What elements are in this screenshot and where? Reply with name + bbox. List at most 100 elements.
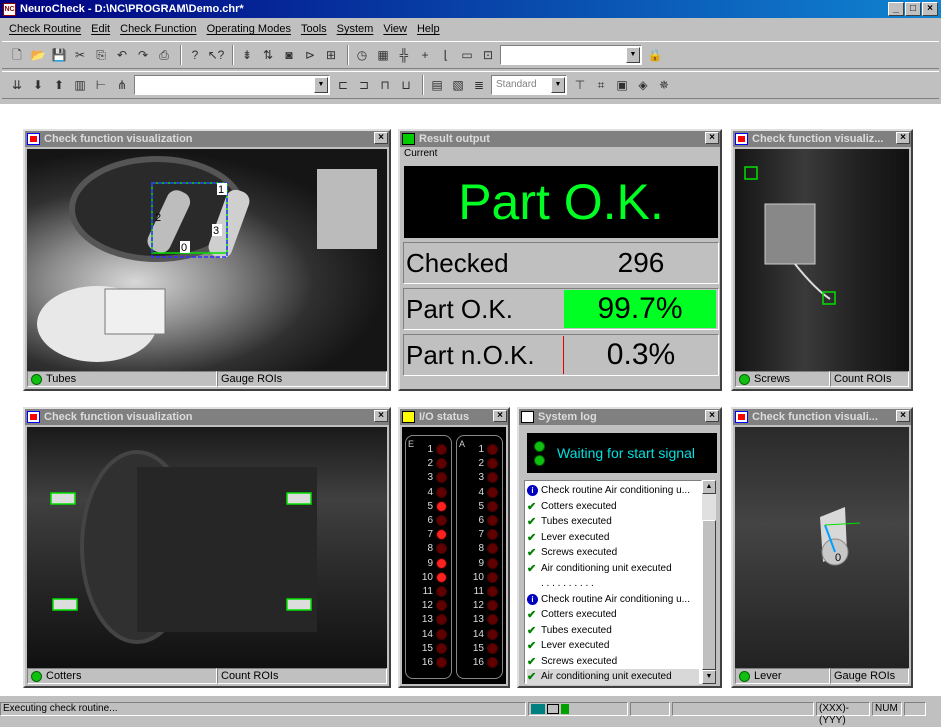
- picture-icon[interactable]: ▣: [613, 76, 631, 94]
- close-icon[interactable]: ×: [374, 132, 388, 144]
- close-icon[interactable]: ×: [705, 410, 719, 422]
- count-roi-4[interactable]: [286, 598, 312, 611]
- sample-icon[interactable]: ⊡: [479, 46, 497, 64]
- count-roi-3[interactable]: [52, 598, 78, 611]
- close-icon[interactable]: ×: [374, 410, 388, 422]
- minimize-button[interactable]: _: [888, 2, 904, 16]
- style-combo[interactable]: Standard ▼: [491, 75, 567, 95]
- print-icon[interactable]: ⎙: [155, 46, 173, 64]
- maximize-button[interactable]: □: [905, 2, 921, 16]
- close-button[interactable]: ×: [922, 2, 938, 16]
- page-icon[interactable]: ▤: [428, 76, 446, 94]
- log-line[interactable]: i Check routine Air conditioning u...: [527, 483, 699, 499]
- layout-top-icon[interactable]: ⊓: [376, 76, 394, 94]
- align-icon[interactable]: ⇊: [8, 76, 26, 94]
- screws-window-titlebar[interactable]: Check function visualiz... ×: [733, 131, 911, 147]
- menu-system[interactable]: System: [332, 23, 379, 35]
- lever-camera-image[interactable]: 0: [735, 427, 909, 668]
- screws-camera-image[interactable]: [735, 149, 909, 371]
- layout-bottom-icon[interactable]: ⊔: [397, 76, 415, 94]
- plus-icon[interactable]: +: [416, 46, 434, 64]
- save-icon[interactable]: 💾: [50, 46, 68, 64]
- move-icon[interactable]: ⇅: [259, 46, 277, 64]
- insert-function-icon[interactable]: ⇟: [238, 46, 256, 64]
- lever-window-titlebar[interactable]: Check function visuali... ×: [733, 409, 911, 425]
- close-icon[interactable]: ×: [705, 132, 719, 144]
- menu-tools[interactable]: Tools: [296, 23, 332, 35]
- tree-icon[interactable]: ⊢: [92, 76, 110, 94]
- screws-visualization-window[interactable]: Check function visualiz... × Screws Coun…: [731, 129, 913, 391]
- close-icon[interactable]: ×: [896, 410, 910, 422]
- undo-icon[interactable]: ↶: [113, 46, 131, 64]
- result-output-window[interactable]: Result output × Current Part O.K. Checke…: [398, 129, 722, 391]
- log-line[interactable]: ✔ Cotters executed: [527, 607, 699, 623]
- menu-edit[interactable]: Edit: [86, 23, 115, 35]
- tubes-window-titlebar[interactable]: Check function visualization ×: [25, 131, 389, 147]
- text-icon[interactable]: ▥: [71, 76, 89, 94]
- cube-icon[interactable]: ◈: [634, 76, 652, 94]
- monitor-icon[interactable]: ▭: [458, 46, 476, 64]
- table-icon[interactable]: ⊤: [571, 76, 589, 94]
- tubes-camera-image[interactable]: 1 2 3 0: [27, 149, 387, 371]
- new-file-icon[interactable]: 🗋: [8, 46, 26, 64]
- copy-icon[interactable]: ⎘: [92, 46, 110, 64]
- syslog-list[interactable]: i Check routine Air conditioning u... ✔ Cot…: [524, 480, 702, 685]
- menu-operating-modes[interactable]: Operating Modes: [202, 23, 296, 35]
- log-line[interactable]: ✔ Tubes executed: [527, 514, 699, 530]
- redo-icon[interactable]: ↷: [134, 46, 152, 64]
- log-line[interactable]: ✔ Tubes executed: [527, 623, 699, 639]
- chevron-down-icon[interactable]: ▼: [551, 77, 565, 93]
- log-line[interactable]: ✔ Lever executed: [527, 638, 699, 654]
- layout-right-icon[interactable]: ⊐: [355, 76, 373, 94]
- open-folder-icon[interactable]: 📂: [29, 46, 47, 64]
- io-status-window[interactable]: I/O status × E 1 2 3 4 5 6 7 8 9 10 11 12 13 14 15 16 A…: [398, 407, 510, 688]
- chevron-down-icon[interactable]: ▼: [626, 47, 640, 63]
- chart-icon[interactable]: ⌊: [437, 46, 455, 64]
- tubes-visualization-window[interactable]: Check function visualization × 1 2 3 0 T…: [23, 129, 391, 391]
- log-line[interactable]: ✔ Lever executed: [527, 530, 699, 546]
- close-icon[interactable]: ×: [896, 132, 910, 144]
- cotters-window-titlebar[interactable]: Check function visualization ×: [25, 409, 389, 425]
- page-edit-icon[interactable]: ▧: [449, 76, 467, 94]
- log-line[interactable]: i Check routine Air conditioning u...: [527, 592, 699, 608]
- branch-icon[interactable]: ⋔: [113, 76, 131, 94]
- result-window-titlebar[interactable]: Result output ×: [400, 131, 720, 147]
- menu-check-routine[interactable]: Check Routine: [4, 23, 86, 35]
- grid-icon[interactable]: ▦: [374, 46, 392, 64]
- count-roi-2[interactable]: [286, 492, 312, 505]
- page-list-icon[interactable]: ≣: [470, 76, 488, 94]
- context-help-icon[interactable]: ↖?: [207, 46, 225, 64]
- format-icon[interactable]: ⌗: [592, 76, 610, 94]
- syslog-scrollbar[interactable]: ▲ ▼: [702, 480, 716, 684]
- syslog-window-titlebar[interactable]: System log ×: [519, 409, 720, 425]
- run-icon[interactable]: ⊳: [301, 46, 319, 64]
- scroll-up-icon[interactable]: ▲: [702, 480, 716, 494]
- cotters-camera-image[interactable]: [27, 427, 387, 668]
- log-line[interactable]: ✔ Screws executed: [527, 654, 699, 670]
- crosshair-icon[interactable]: ╬: [395, 46, 413, 64]
- camera-icon[interactable]: ◙: [280, 46, 298, 64]
- lever-visualization-window[interactable]: Check function visuali... × 0 Lever Gaug…: [731, 407, 913, 688]
- cut-icon[interactable]: ✂: [71, 46, 89, 64]
- toolbar-combo-2[interactable]: ▼: [134, 75, 330, 95]
- log-line[interactable]: ✔ Screws executed: [527, 545, 699, 561]
- up-icon[interactable]: ⬆: [50, 76, 68, 94]
- step-icon[interactable]: ⊞: [322, 46, 340, 64]
- log-line[interactable]: . . . . . . . . . .: [527, 576, 699, 592]
- io-window-titlebar[interactable]: I/O status ×: [400, 409, 508, 425]
- log-line[interactable]: ✔ Cotters executed: [527, 499, 699, 515]
- wand-icon[interactable]: ✵: [655, 76, 673, 94]
- system-log-window[interactable]: System log × Waiting for start signal iC…: [517, 407, 722, 688]
- count-roi-1[interactable]: [50, 492, 76, 505]
- cotters-visualization-window[interactable]: Check function visualization × Cotters C…: [23, 407, 391, 688]
- timer-icon[interactable]: ◷: [353, 46, 371, 64]
- chevron-down-icon[interactable]: ▼: [314, 77, 328, 93]
- toolbar-combo-1[interactable]: ▼: [500, 45, 642, 65]
- menu-view[interactable]: View: [378, 23, 412, 35]
- menu-help[interactable]: Help: [412, 23, 445, 35]
- count-roi-1[interactable]: [744, 166, 758, 180]
- lock-icon[interactable]: 🔒: [646, 46, 664, 64]
- help-icon[interactable]: ?: [186, 46, 204, 64]
- scroll-down-icon[interactable]: ▼: [702, 670, 716, 684]
- menu-check-function[interactable]: Check Function: [115, 23, 201, 35]
